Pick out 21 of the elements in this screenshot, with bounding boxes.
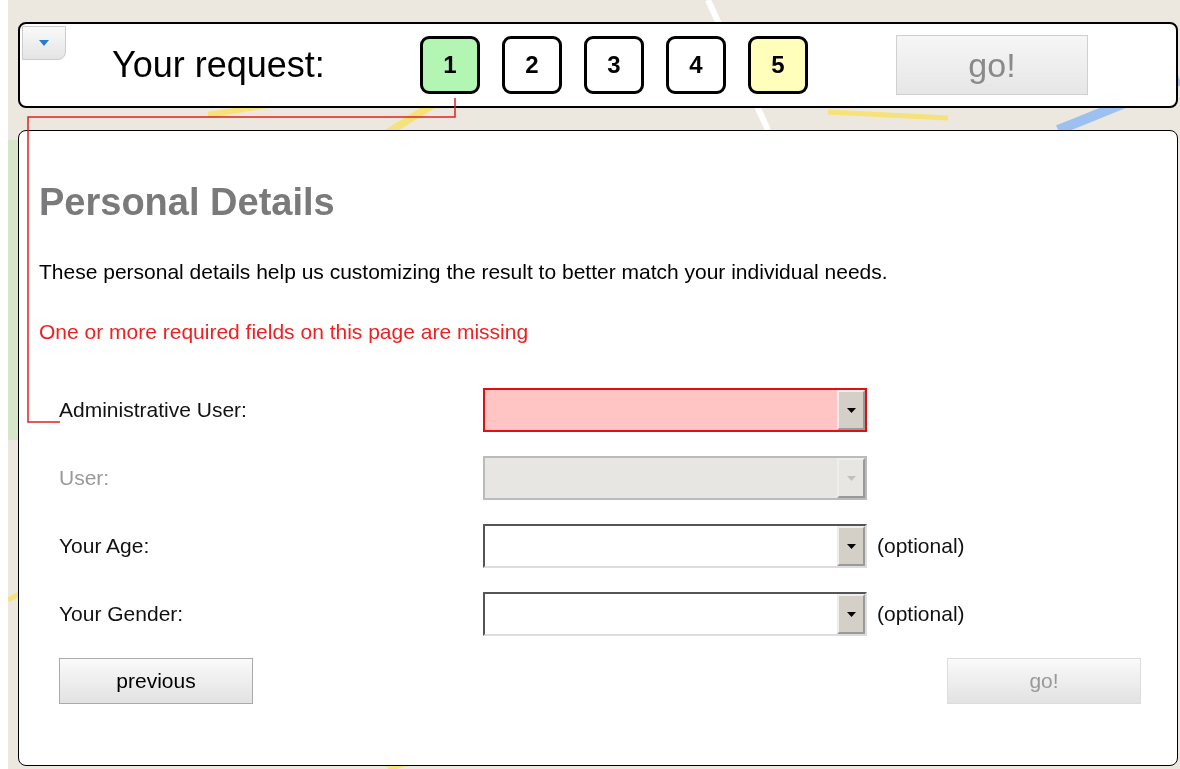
- field-label: Administrative User:: [59, 398, 248, 422]
- dropdown-field[interactable]: [483, 524, 867, 568]
- optional-note: (optional): [877, 602, 966, 626]
- request-label: Your request:: [112, 44, 326, 86]
- caret-icon: [39, 40, 49, 46]
- step-button[interactable]: 5: [748, 36, 808, 94]
- dropdown-field[interactable]: [483, 388, 867, 432]
- previous-button[interactable]: previous: [59, 658, 253, 704]
- panel-title: Personal Details: [39, 181, 336, 224]
- dropdown-field[interactable]: [483, 592, 867, 636]
- intro-text: These personal details help us customizing the result to better match your individual needs.: [39, 260, 889, 284]
- dropdown-toggle[interactable]: [22, 26, 66, 60]
- field-label: User:: [59, 466, 111, 490]
- error-message: One or more required fields on this page are missing: [39, 320, 530, 344]
- step-button[interactable]: 1: [420, 36, 480, 94]
- field-label: Your Gender:: [59, 602, 185, 626]
- step-button[interactable]: 4: [666, 36, 726, 94]
- optional-note: (optional): [877, 534, 966, 558]
- step-button[interactable]: 2: [502, 36, 562, 94]
- step-button[interactable]: 3: [584, 36, 644, 94]
- field-label: Your Age:: [59, 534, 151, 558]
